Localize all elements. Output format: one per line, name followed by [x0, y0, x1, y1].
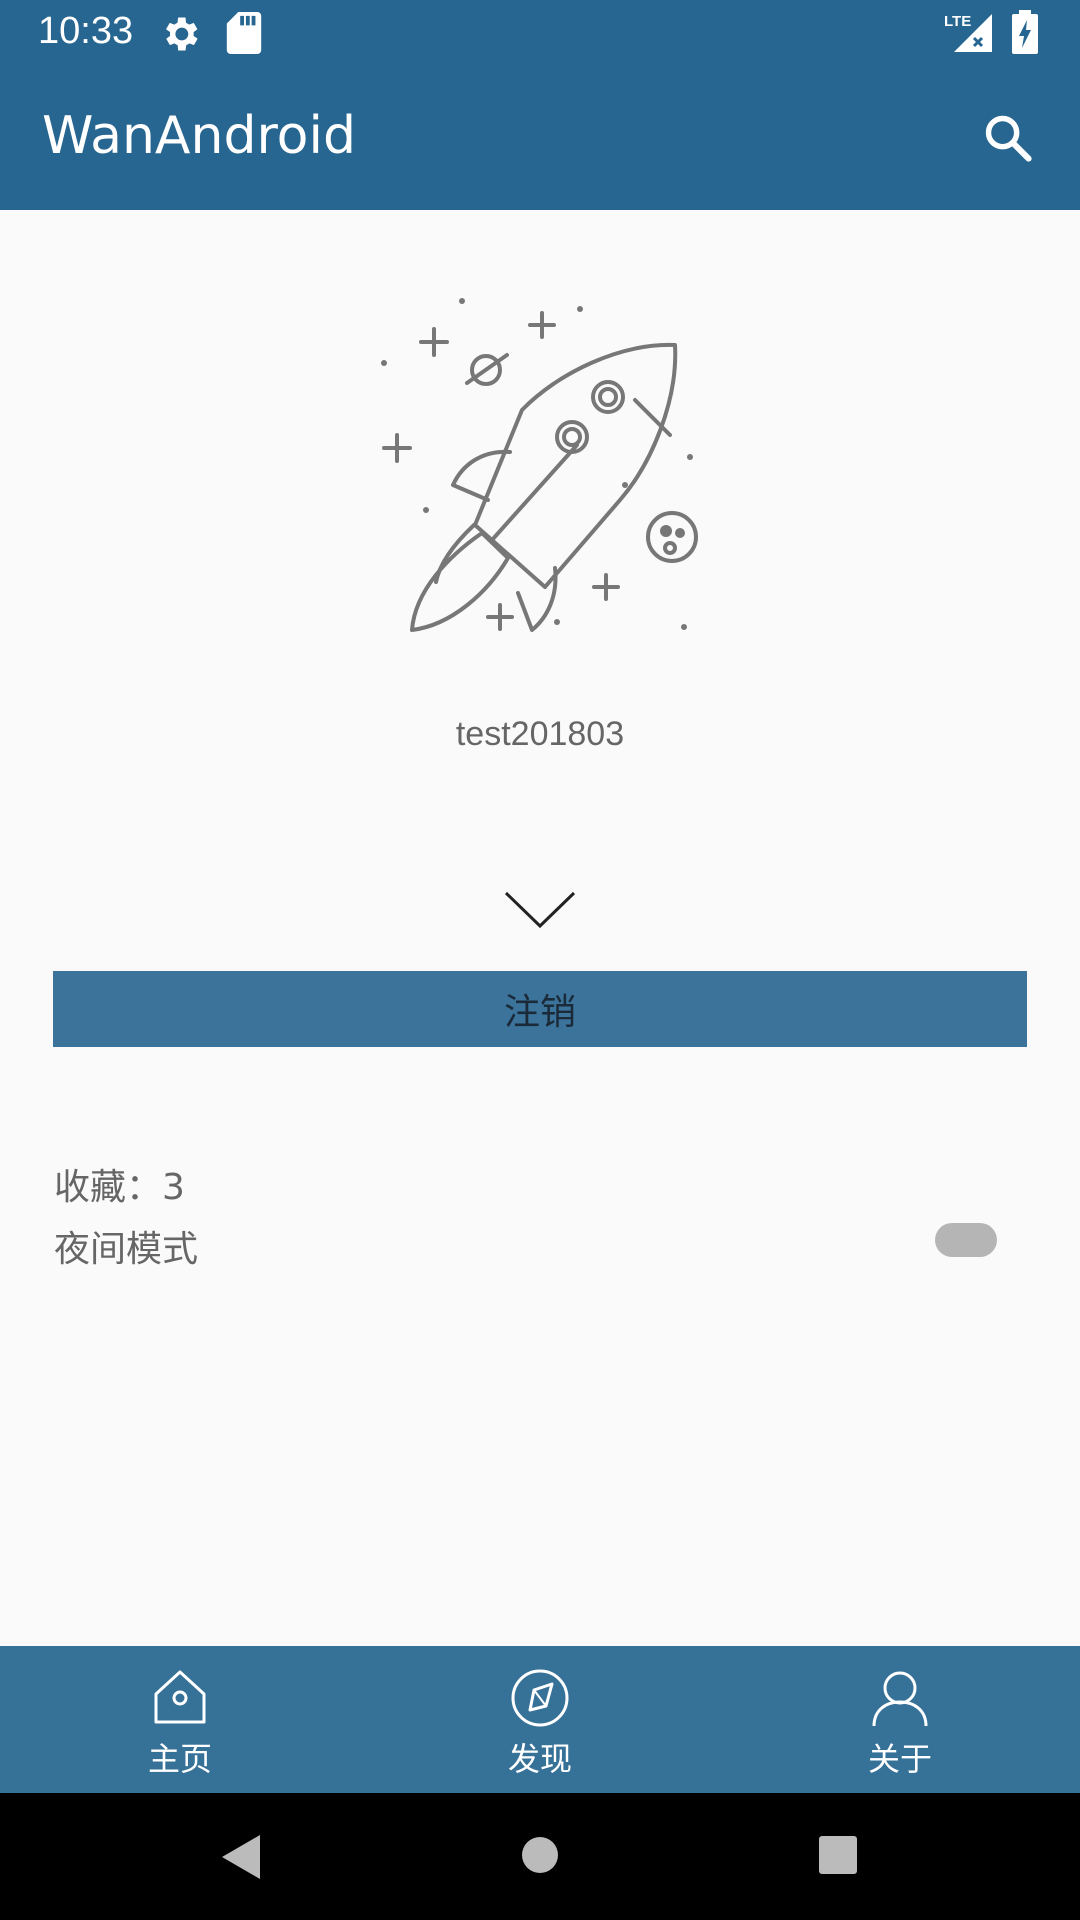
- night-mode-switch[interactable]: [935, 1223, 997, 1257]
- status-time: 10:33: [38, 10, 134, 52]
- signal-icon: LTE: [942, 10, 994, 60]
- username: test201803: [455, 715, 625, 753]
- nav-label-home: 主页: [147, 1740, 212, 1778]
- search-icon: [985, 115, 1032, 162]
- logout-button[interactable]: 注销: [53, 971, 1027, 1047]
- network-type-label: LTE: [944, 13, 971, 30]
- system-navigation-bar: [0, 1793, 1080, 1920]
- rocket-illustration: [381, 298, 698, 632]
- compass-icon: [511, 1669, 569, 1727]
- home-circle-icon[interactable]: [520, 1835, 560, 1875]
- back-icon[interactable]: [218, 1833, 262, 1881]
- home-icon: [154, 1670, 206, 1724]
- nav-label-about: 关于: [867, 1740, 932, 1778]
- search-button[interactable]: [972, 102, 1044, 174]
- nav-item-home[interactable]: 主页: [80, 1646, 280, 1793]
- nav-item-discover[interactable]: 发现: [440, 1646, 640, 1793]
- battery-charging-icon: [1012, 10, 1038, 58]
- gear-icon: [158, 12, 202, 60]
- status-bar: 10:33 LTE: [0, 0, 1080, 66]
- nav-item-about[interactable]: 关于: [800, 1646, 1000, 1793]
- chevron-down-icon: [504, 891, 576, 929]
- app-toolbar: WanAndroid: [0, 66, 1080, 210]
- night-mode-label: 夜间模式: [54, 1229, 199, 1270]
- nav-label-discover: 发现: [507, 1740, 572, 1778]
- sd-card-icon: [226, 12, 262, 58]
- recents-icon[interactable]: [818, 1835, 858, 1875]
- favorites-count[interactable]: 收藏：3: [54, 1158, 185, 1210]
- expand-button[interactable]: [500, 880, 580, 940]
- profile-content: test201803 注销 收藏：3 夜间模式: [0, 210, 1080, 1646]
- bottom-navigation: 主页 发现 关于: [0, 1646, 1080, 1793]
- person-icon: [872, 1671, 928, 1727]
- app-title: WanAndroid: [42, 106, 356, 166]
